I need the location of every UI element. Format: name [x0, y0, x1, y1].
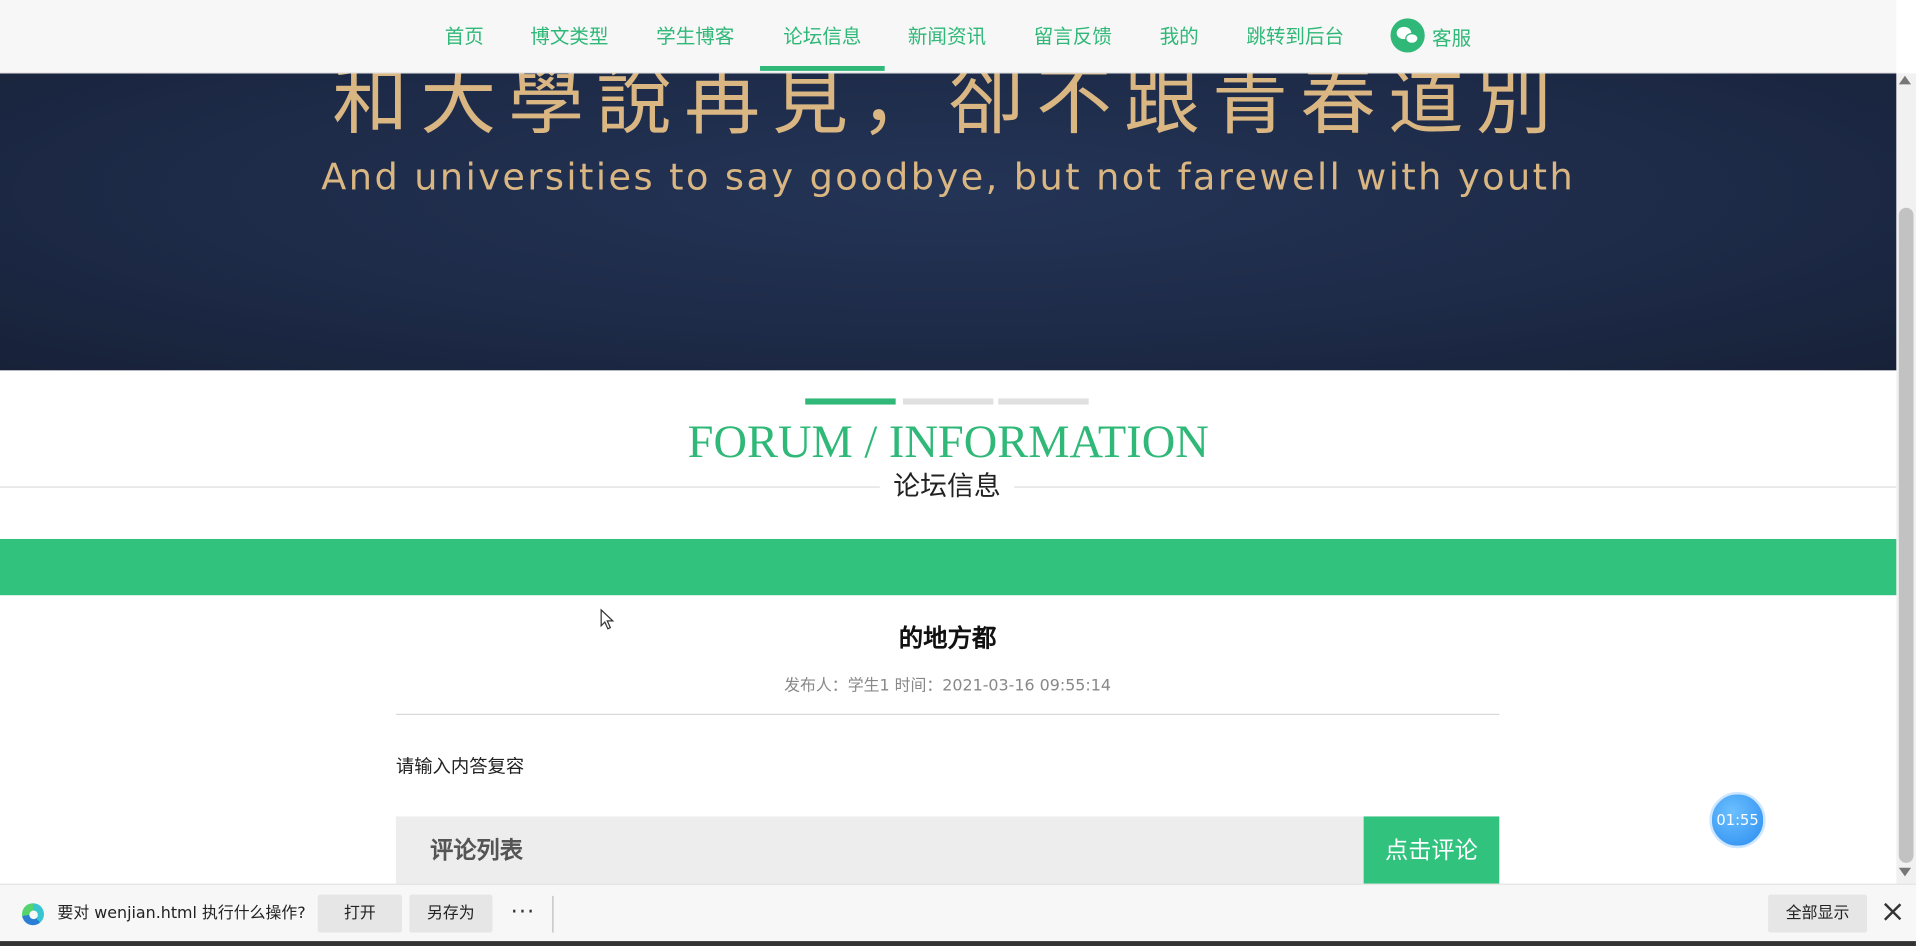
download-prompt: 要对 wenjian.html 执行什么操作? [57, 904, 306, 923]
more-options-icon[interactable]: ··· [511, 885, 536, 940]
hero-banner: 和大學說再見，卻不跟青春道別 And universities to say g… [0, 73, 1897, 371]
scrollbar-thumb[interactable] [1898, 207, 1914, 863]
active-tab-underline [760, 65, 885, 71]
add-comment-button[interactable]: 点击评论 [1363, 816, 1500, 885]
nav-item-forum[interactable]: 论坛信息 [772, 0, 872, 71]
carousel-indicator[interactable] [998, 398, 1089, 405]
download-bar: 要对 wenjian.html 执行什么操作? 打开 另存为 ··· 全部显示 [0, 883, 1916, 942]
nav-item-student-blogs[interactable]: 学生博客 [646, 0, 744, 71]
section-accent-bar [0, 538, 1897, 596]
section-title-en: FORUM / INFORMATION [687, 416, 1209, 469]
scroll-up-arrow-icon[interactable] [1898, 75, 1912, 85]
carousel-indicator-active[interactable] [805, 398, 896, 405]
comment-list-header: 评论列表 [395, 816, 1364, 885]
post-title: 的地方都 [898, 623, 997, 653]
edge-browser-icon [21, 903, 44, 926]
nav-item-feedback[interactable]: 留言反馈 [1024, 0, 1122, 71]
show-all-downloads-button[interactable]: 全部显示 [1768, 894, 1868, 933]
mouse-cursor-icon [600, 608, 615, 630]
post-divider [395, 713, 1500, 715]
taskbar-strip [0, 941, 1916, 946]
download-bar-separator [552, 895, 554, 933]
nav-item-home[interactable]: 首页 [430, 0, 498, 71]
floating-timer[interactable]: 01:55 [1709, 791, 1766, 849]
close-icon[interactable] [1882, 901, 1904, 923]
carousel-indicator[interactable] [902, 398, 994, 405]
nav-item-news[interactable]: 新闻资讯 [898, 0, 996, 71]
banner-headline-cn: 和大學說再見，卻不跟青春道別 [332, 73, 1565, 146]
banner-headline-en: And universities to say goodbye, but not… [321, 156, 1576, 200]
post-meta: 发布人：学生1 时间：2021-03-16 09:55:14 [784, 677, 1111, 696]
nav-item-mine[interactable]: 我的 [1151, 0, 1207, 71]
comment-list-title: 评论列表 [430, 837, 523, 865]
section-title-cn: 论坛信息 [879, 469, 1015, 506]
top-navigation: 首页 博文类型 学生博客 论坛信息 新闻资讯 留言反馈 我的 跳转到后台 客服 [0, 0, 1897, 74]
nav-item-admin[interactable]: 跳转到后台 [1237, 0, 1354, 71]
save-as-button[interactable]: 另存为 [409, 894, 493, 933]
scroll-down-arrow-icon[interactable] [1898, 867, 1912, 877]
nav-item-blog-types[interactable]: 博文类型 [521, 0, 619, 71]
open-button[interactable]: 打开 [317, 894, 403, 933]
nav-item-customer-service[interactable]: 客服 [1427, 2, 1476, 73]
wechat-icon[interactable] [1390, 18, 1425, 53]
browser-viewport: 首页 博文类型 学生博客 论坛信息 新闻资讯 留言反馈 我的 跳转到后台 客服 … [0, 0, 1916, 946]
post-content: 请输入内答复容 [395, 755, 525, 778]
